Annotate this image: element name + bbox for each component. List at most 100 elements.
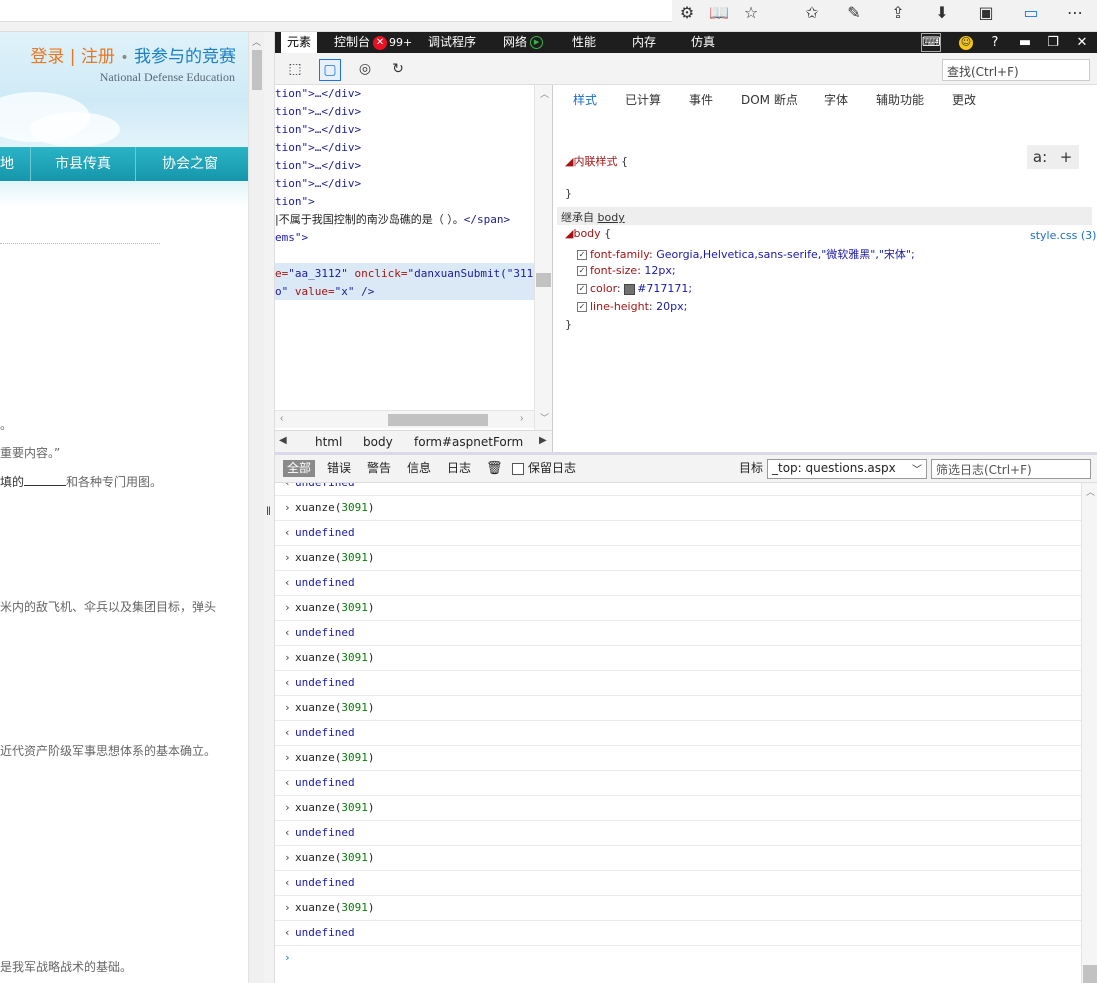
- console-scrollbar[interactable]: ︿: [1081, 483, 1097, 983]
- dom-node-selected[interactable]: o" value="x" />: [275, 283, 374, 301]
- scroll-down-icon[interactable]: ﹀: [540, 411, 549, 424]
- close-icon[interactable]: ✕: [1071, 32, 1093, 53]
- dom-node[interactable]: tion">…</div>: [275, 175, 361, 193]
- tab-network[interactable]: 网络 ▶: [503, 32, 544, 53]
- source-link[interactable]: style.css (3): [1030, 229, 1096, 242]
- dom-node-selected[interactable]: e="aa_3112" onclick="danxuanSubmit("311: [275, 265, 533, 283]
- address-bar[interactable]: [0, 0, 672, 22]
- dom-node[interactable]: ems">: [275, 229, 308, 247]
- select-element-icon[interactable]: ⬚: [284, 59, 306, 81]
- checkbox-icon[interactable]: ✓: [577, 250, 587, 260]
- dom-node[interactable]: tion">…</div>: [275, 121, 361, 139]
- checkbox-icon[interactable]: ✓: [577, 284, 587, 294]
- console-output-row[interactable]: ‹ undefined: [275, 571, 1081, 596]
- filter-errors[interactable]: 错误: [327, 460, 351, 477]
- dock-bottom-icon[interactable]: ▬: [1014, 32, 1036, 53]
- devtools-splitter[interactable]: ‖: [264, 32, 275, 983]
- breadcrumb-left-icon[interactable]: ◀: [279, 435, 287, 446]
- tab-emulation[interactable]: 仿真: [691, 32, 715, 53]
- favorite-star-icon[interactable]: ☆: [739, 2, 763, 24]
- tab-fonts[interactable]: 字体: [824, 91, 848, 108]
- scroll-up-icon[interactable]: ︿: [252, 35, 261, 48]
- breadcrumb-form[interactable]: form#aspnetForm: [414, 435, 523, 449]
- tab-debugger[interactable]: 调试程序: [428, 32, 476, 53]
- breadcrumb-body[interactable]: body: [363, 435, 393, 449]
- dom-node[interactable]: tion">…</div>: [275, 139, 361, 157]
- dom-node[interactable]: tion">: [275, 193, 315, 211]
- nav-item-city-county[interactable]: 市县传真: [31, 147, 135, 181]
- color-picker-icon[interactable]: ◎: [354, 59, 376, 81]
- style-property[interactable]: ✓ font-size: 12px;: [577, 264, 676, 277]
- console-output-row[interactable]: ‹ undefined: [275, 521, 1081, 546]
- filter-log-input[interactable]: 筛选日志(Ctrl+F): [931, 459, 1091, 479]
- console-output-row[interactable]: ‹ undefined: [275, 621, 1081, 646]
- dom-node[interactable]: tion">…</div>: [275, 103, 361, 121]
- console-input-row[interactable]: › xuanze(3091): [275, 596, 1081, 621]
- tab-computed[interactable]: 已计算: [625, 91, 661, 108]
- nav-item-partial[interactable]: 地: [0, 147, 28, 181]
- more-icon[interactable]: ⋯: [1063, 2, 1087, 24]
- tab-elements[interactable]: 元素: [281, 32, 318, 53]
- tab-changes[interactable]: 更改: [952, 91, 976, 108]
- tab-console[interactable]: 控制台 ✕ 99+: [334, 32, 412, 53]
- splitter-grip-icon[interactable]: ‖: [266, 504, 271, 518]
- console-input-row[interactable]: › xuanze(3091): [275, 746, 1081, 771]
- console-output-row[interactable]: ‹ undefined: [275, 871, 1081, 896]
- scroll-thumb[interactable]: [252, 50, 262, 90]
- notes-icon[interactable]: ▭: [1019, 2, 1043, 24]
- clear-console-icon[interactable]: 🗑: [486, 460, 503, 477]
- console-output-row[interactable]: ‹ undefined: [275, 721, 1081, 746]
- console-input-row[interactable]: › xuanze(3091): [275, 896, 1081, 921]
- inherited-target-link[interactable]: body: [598, 211, 625, 224]
- console-drawer-icon[interactable]: ⌨: [921, 33, 941, 52]
- body-rule[interactable]: ◢body {: [565, 227, 611, 240]
- scroll-right-icon[interactable]: ›: [520, 413, 523, 424]
- share-icon[interactable]: ⇪: [886, 2, 910, 24]
- filter-info[interactable]: 信息: [407, 460, 431, 477]
- checkbox-icon[interactable]: ✓: [577, 266, 587, 276]
- scroll-thumb[interactable]: [536, 273, 551, 287]
- console-output-row[interactable]: ‹ undefined: [275, 771, 1081, 796]
- highlight-box-icon[interactable]: ▢: [319, 59, 341, 81]
- scroll-left-icon[interactable]: ‹: [280, 413, 283, 424]
- tab-styles[interactable]: 样式: [573, 91, 597, 108]
- scroll-thumb[interactable]: [388, 414, 488, 426]
- style-property[interactable]: ✓ font-family: Georgia,Helvetica,sans-ser…: [577, 246, 915, 262]
- tab-accessibility[interactable]: 辅助功能: [876, 91, 924, 108]
- nav-item-association[interactable]: 协会之窗: [136, 147, 244, 181]
- scroll-up-icon[interactable]: ︿: [1086, 485, 1095, 498]
- undock-icon[interactable]: ❐: [1042, 32, 1064, 53]
- feedback-icon[interactable]: ☺: [955, 32, 977, 53]
- download-icon[interactable]: ⬇: [930, 2, 954, 24]
- my-contests-link[interactable]: 我参与的竞赛: [134, 47, 236, 67]
- dom-node[interactable]: tion">…</div>: [275, 157, 361, 175]
- checkbox-icon[interactable]: ✓: [577, 302, 587, 312]
- inline-style-rule[interactable]: ◢内联样式 {: [565, 153, 628, 169]
- console-input-row[interactable]: › xuanze(3091): [275, 646, 1081, 671]
- favorites-hub-icon[interactable]: ✩: [800, 2, 824, 24]
- console-input-row[interactable]: › xuanze(3091): [275, 796, 1081, 821]
- filter-warnings[interactable]: 警告: [367, 460, 391, 477]
- help-icon[interactable]: ?: [984, 32, 1006, 53]
- breadcrumb-right-icon[interactable]: ▶: [539, 435, 547, 446]
- console-input-row[interactable]: › xuanze(3091): [275, 546, 1081, 571]
- toggle-state-button[interactable]: a:: [1027, 145, 1053, 169]
- pen-icon[interactable]: ✎: [842, 2, 866, 24]
- style-property[interactable]: ✓ line-height: 20px;: [577, 300, 687, 313]
- console-input-row[interactable]: › xuanze(3091): [275, 846, 1081, 871]
- checkbox-icon[interactable]: [512, 462, 524, 475]
- filter-all[interactable]: 全部: [283, 460, 316, 477]
- extension-icon[interactable]: ▣: [974, 2, 998, 24]
- console-output-row[interactable]: ‹ undefined: [275, 671, 1081, 696]
- breadcrumb-html[interactable]: html: [315, 435, 342, 449]
- tab-dom-breakpoints[interactable]: DOM 断点: [741, 91, 798, 108]
- dom-hscrollbar[interactable]: ‹ ›: [275, 410, 534, 428]
- dom-node[interactable]: tion">…</div>: [275, 85, 361, 103]
- console-output-row[interactable]: ‹ undefined: [275, 921, 1081, 946]
- console-prompt[interactable]: ›: [275, 946, 1081, 971]
- target-select[interactable]: _top: questions.aspx ﹀: [767, 459, 927, 479]
- scroll-thumb[interactable]: [1083, 965, 1097, 983]
- console-output-row[interactable]: ‹ undefined: [275, 483, 1081, 496]
- console-input-row[interactable]: › xuanze(3091): [275, 696, 1081, 721]
- layout-refresh-icon[interactable]: ↻: [387, 59, 409, 81]
